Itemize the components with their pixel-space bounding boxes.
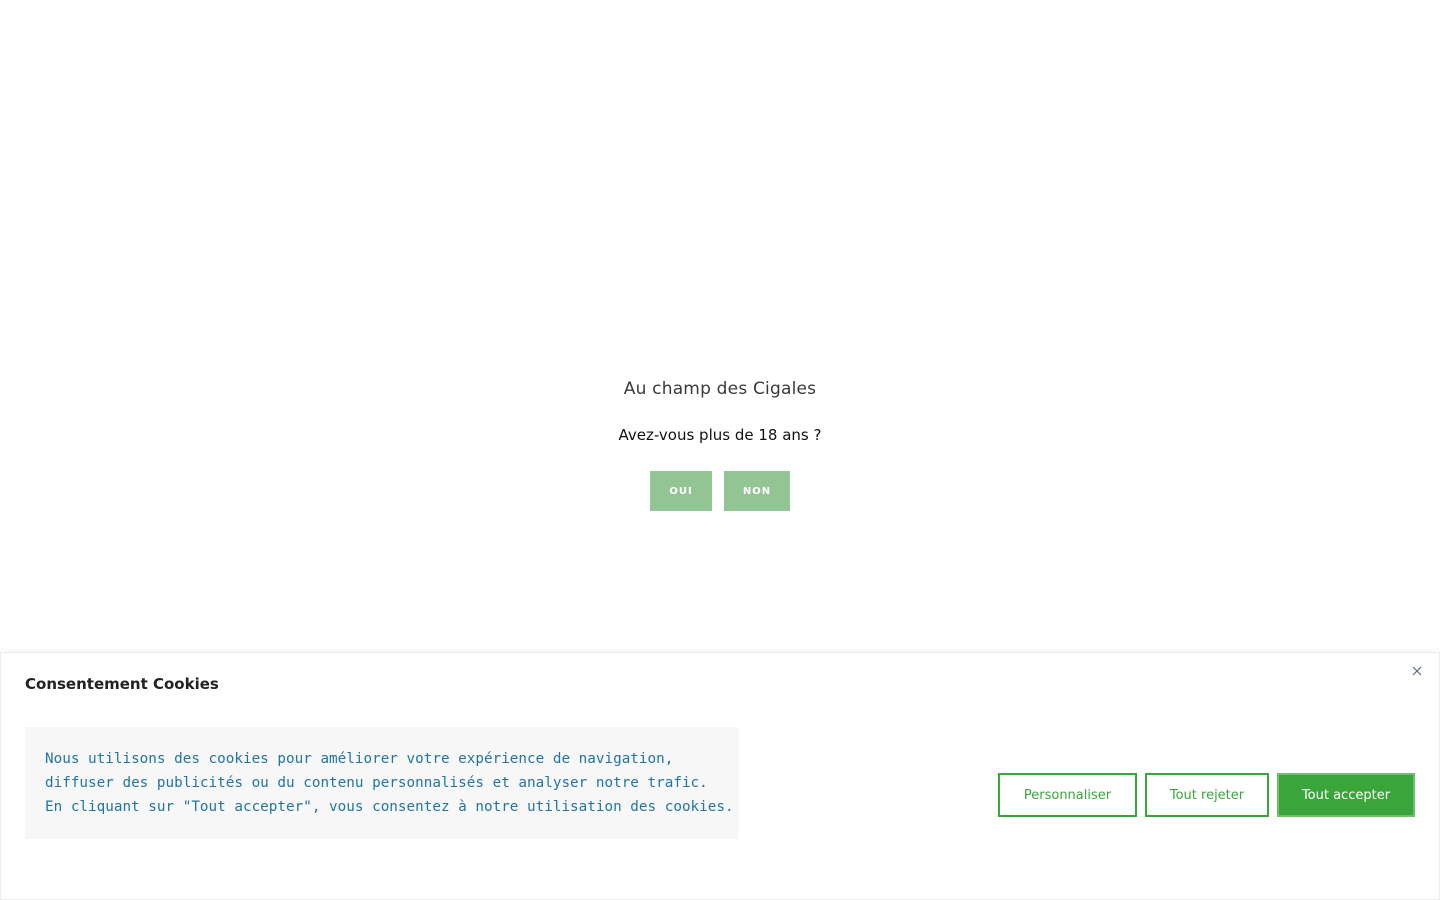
age-yes-button[interactable]: OUI bbox=[650, 471, 712, 511]
cookie-message-line: En cliquant sur "Tout accepter", vous co… bbox=[45, 799, 734, 815]
cookie-message-line: diffuser des publicités ou du contenu pe… bbox=[45, 775, 708, 791]
site-title: Au champ des Cigales bbox=[623, 379, 817, 399]
age-verification-gate: Au champ des Cigales Avez-vous plus de 1… bbox=[0, 0, 1440, 652]
cookie-message: Nous utilisons des cookies pour améliore… bbox=[25, 727, 739, 839]
cookie-consent-banner: Consentement Cookies Nous utilisons des … bbox=[0, 652, 1440, 900]
age-no-button[interactable]: NON bbox=[724, 471, 790, 511]
reject-all-button[interactable]: Tout rejeter bbox=[1145, 773, 1269, 817]
age-question: Avez-vous plus de 18 ans ? bbox=[618, 426, 822, 444]
age-buttons: OUI NON bbox=[0, 471, 1440, 511]
cookie-message-line: Nous utilisons des cookies pour améliore… bbox=[45, 751, 674, 767]
customize-cookies-button[interactable]: Personnaliser bbox=[998, 773, 1137, 817]
cookie-banner-title: Consentement Cookies bbox=[25, 675, 219, 693]
accept-all-button[interactable]: Tout accepter bbox=[1277, 773, 1415, 817]
cookie-actions: Personnaliser Tout rejeter Tout accepter bbox=[998, 773, 1415, 817]
close-icon[interactable] bbox=[1409, 663, 1425, 679]
